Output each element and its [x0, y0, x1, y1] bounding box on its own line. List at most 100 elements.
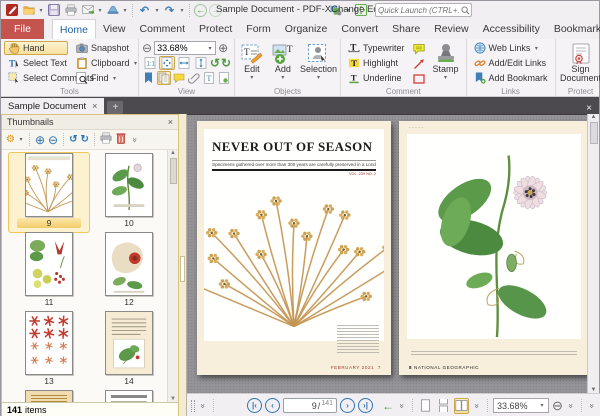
page-number-field[interactable]: 9/141 [283, 398, 337, 413]
fit-page-button[interactable]: 1:1 [142, 56, 158, 70]
select-text-button[interactable]: T Select Text [4, 56, 68, 70]
statusbar-more-right-chevron[interactable]: » [588, 401, 597, 411]
tab-file[interactable]: File [1, 19, 44, 39]
properties-pane-button[interactable] [217, 71, 231, 85]
continuous-layout-button[interactable] [436, 398, 451, 414]
thumbnails-pane-button[interactable] [157, 71, 171, 85]
stamp-button[interactable]: Stamp ▾ [429, 41, 463, 85]
sticky-note-icon[interactable] [413, 42, 425, 54]
page-left[interactable]: NEVER OUT OF SEASON Specimens gathered o… [197, 121, 391, 375]
quick-launch[interactable] [375, 3, 472, 17]
two-page-layout-button[interactable] [454, 398, 469, 414]
tab-protect[interactable]: Protect [192, 19, 239, 39]
thumbnails-options-gear-icon[interactable]: ⚙ [6, 134, 15, 145]
typewriter-button[interactable]: T Typewriter [344, 41, 409, 55]
highlight-button[interactable]: T Highlight [344, 56, 409, 70]
scanner-caret[interactable]: ▾ [122, 7, 128, 14]
first-page-button[interactable]: |‹ [247, 398, 262, 413]
email-caret[interactable]: ▾ [97, 7, 103, 14]
bookmarks-pane-button[interactable] [142, 71, 156, 85]
add-edit-links-button[interactable]: Add/Edit Links [470, 56, 552, 70]
rotate-cw-button[interactable]: ↻ [221, 56, 231, 70]
rotate-page-cw-button[interactable]: ↻ [80, 134, 88, 145]
thumbnail-page-15[interactable] [9, 390, 89, 402]
new-document-tab-button[interactable]: + [107, 101, 123, 114]
tab-organize[interactable]: Organize [278, 19, 335, 39]
panel-splitter[interactable] [179, 114, 187, 416]
print-button[interactable] [63, 3, 78, 17]
panel-splitter-handle[interactable] [180, 256, 185, 282]
rotate-ccw-button[interactable]: ↺ [210, 56, 220, 70]
document-viewport[interactable]: NEVER OUT OF SEASON Specimens gathered o… [187, 114, 591, 393]
web-links-caret[interactable]: ▾ [533, 45, 539, 52]
statusbar-zoom-out-button[interactable]: ⊖ [552, 400, 563, 412]
tab-home[interactable]: Home [52, 19, 96, 39]
single-page-layout-button[interactable] [418, 398, 433, 414]
arrow-annotation-icon[interactable] [413, 57, 425, 69]
thumbnails-panel-close-icon[interactable]: × [168, 117, 173, 127]
tab-bookmarks[interactable]: Bookmarks [547, 19, 600, 39]
clipboard-caret[interactable]: ▾ [133, 60, 139, 67]
document-scroll-thumb[interactable] [590, 122, 598, 144]
rotate-page-ccw-button[interactable]: ↺ [69, 134, 77, 145]
back-button[interactable]: ← [194, 4, 207, 17]
delete-pages-button[interactable] [115, 132, 127, 147]
previous-page-button[interactable]: ‹ [265, 398, 280, 413]
undo-caret[interactable]: ▾ [154, 7, 160, 14]
open-button[interactable] [21, 3, 36, 17]
email-button[interactable] [80, 3, 95, 17]
document-tab-close-icon[interactable]: × [92, 101, 97, 111]
thumbnails-scroll-up[interactable]: ▲ [170, 150, 176, 156]
find-caret[interactable]: ▾ [112, 75, 118, 82]
open-caret[interactable]: ▾ [38, 7, 44, 14]
thumbnails-options-caret[interactable]: ▾ [18, 136, 24, 143]
page-right[interactable]: ····· [399, 121, 589, 375]
last-page-button[interactable]: ›| [358, 398, 373, 413]
tab-view[interactable]: View [96, 19, 133, 39]
add-objects-button[interactable]: T Add ▾ [270, 41, 296, 85]
redo-button[interactable]: ↷ [162, 3, 177, 17]
print-pages-button[interactable] [100, 132, 112, 147]
statusbar-more-left-chevron[interactable]: » [199, 401, 208, 411]
next-page-button[interactable]: › [340, 398, 355, 413]
previous-view-button[interactable]: ← [382, 399, 394, 413]
layout-options-chevron[interactable]: » [473, 401, 482, 411]
document-tab-active[interactable]: Sample Document × [1, 98, 104, 114]
ribbon-zoom-combobox[interactable]: 33.68% ▾ [154, 41, 216, 55]
clipboard-button[interactable]: Clipboard ▾ [72, 56, 143, 70]
selection-caret[interactable]: ▾ [315, 74, 321, 83]
undo-button[interactable]: ↶ [137, 3, 152, 17]
thumbnails-zoom-out-button[interactable]: ⊖ [48, 133, 58, 147]
selection-button[interactable]: Selection ▾ [300, 41, 337, 85]
tab-form[interactable]: Form [239, 19, 278, 39]
thumbnail-page-14[interactable]: 14 [89, 311, 169, 390]
fit-height-button[interactable] [193, 56, 209, 70]
save-button[interactable] [46, 3, 61, 17]
rectangle-annotation-icon[interactable] [413, 72, 425, 84]
zoom-out-button[interactable]: ⊖ [142, 42, 152, 54]
thumbnails-scroll-down[interactable]: ▼ [170, 396, 176, 402]
thumbnails-panel-header[interactable]: Thumbnails × [2, 115, 178, 130]
quick-launch-input[interactable] [376, 6, 461, 15]
hand-tool-button[interactable]: Hand [4, 41, 68, 55]
tab-bar-close-button[interactable]: × [579, 103, 599, 114]
stamp-caret[interactable]: ▾ [443, 74, 449, 83]
tab-accessibility[interactable]: Accessibility [476, 19, 547, 39]
document-scrollbar[interactable]: ▲ ▼ [587, 114, 599, 393]
snapshot-button[interactable]: Snapshot [72, 41, 143, 55]
thumbnail-page-9[interactable]: 9 [9, 153, 89, 232]
fit-width-button[interactable] [176, 56, 192, 70]
ribbon-zoom-caret[interactable]: ▾ [207, 45, 213, 52]
find-tool-button[interactable]: Find ▾ [72, 71, 143, 85]
thumbnails-scroll-thumb[interactable] [170, 158, 177, 184]
add-objects-caret[interactable]: ▾ [280, 74, 286, 83]
zoom-options-chevron[interactable]: » [566, 401, 575, 411]
thumbnails-toolbar-more-chevron[interactable]: » [130, 135, 139, 145]
tab-review[interactable]: Review [427, 19, 475, 39]
tab-share[interactable]: Share [385, 19, 427, 39]
underline-button[interactable]: T Underline [344, 71, 409, 85]
zoom-in-button[interactable]: ⊕ [218, 42, 228, 54]
thumbnails-list[interactable]: 9 10 11 12 13 [2, 150, 178, 402]
statusbar-zoom-combobox[interactable]: 33.68% ▾ [493, 398, 549, 413]
thumbnail-page-11[interactable]: 11 [9, 232, 89, 311]
